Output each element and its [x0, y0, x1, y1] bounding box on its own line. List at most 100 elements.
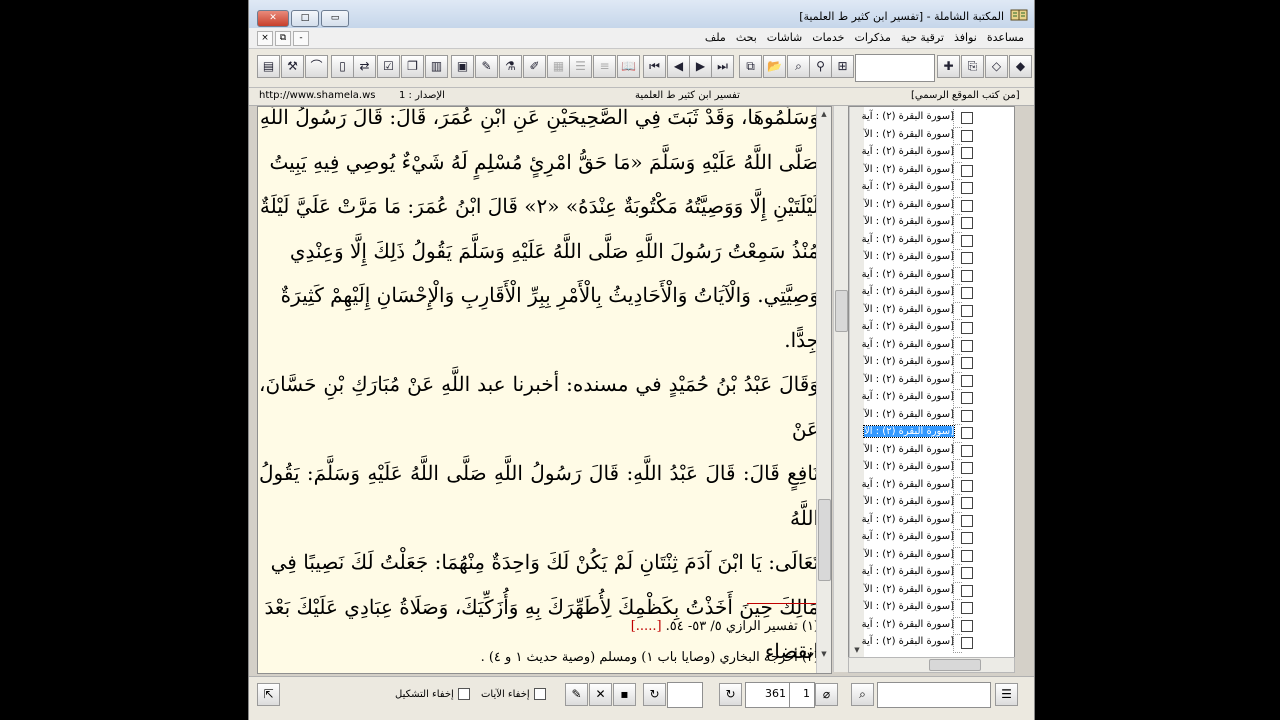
tree-item-label[interactable]: [سورة البقرة (٢) : الآ: [864, 584, 954, 595]
tree-item-checkbox[interactable]: [961, 147, 973, 159]
tree-item-label[interactable]: [سورة البقرة (٢) : الآ: [864, 374, 954, 385]
tree-item[interactable]: [سورة البقرة (٢) : الآ: [849, 161, 1014, 180]
page-sync-icon[interactable]: ⇄: [353, 55, 376, 78]
table-of-contents-tree[interactable]: ▼ [سورة البقرة (٢) : آية [سورة البقرة (٢)…: [848, 106, 1015, 660]
tree-item-label[interactable]: [سورة البقرة (٢) : الآ: [864, 444, 954, 455]
find-binoculars-icon[interactable]: ⌕: [851, 683, 874, 706]
goto-refresh-icon[interactable]: ↻: [719, 683, 742, 706]
tree-item-label[interactable]: [سورة البقرة (٢) : الآ: [864, 496, 954, 507]
tree-item-label[interactable]: [سورة البقرة (٢) : الآ: [864, 601, 954, 612]
tree-item-checkbox[interactable]: [961, 549, 973, 562]
mdi-minimize-button[interactable]: -: [293, 31, 309, 46]
tree-item-checkbox[interactable]: [961, 409, 973, 422]
part-number-input[interactable]: 1: [789, 682, 815, 708]
tree-item-label[interactable]: [سورة البقرة (٢) : آية: [862, 339, 954, 350]
tree-item-checkbox[interactable]: [961, 602, 973, 614]
menu-screens[interactable]: شاشات: [767, 31, 803, 44]
tree-item-checkbox[interactable]: [961, 584, 973, 597]
open-book-icon[interactable]: 📖: [617, 55, 640, 78]
expand-icon[interactable]: ⇱: [257, 683, 280, 706]
tree-item-label[interactable]: [سورة البقرة (٢) : آية: [862, 234, 954, 245]
tree-item-checkbox[interactable]: [961, 182, 973, 194]
tree-item-label[interactable]: [سورة البقرة (٢) : الآ: [863, 425, 955, 438]
new-page-icon[interactable]: ▯: [331, 55, 354, 78]
tree-item-label[interactable]: [سورة البقرة (٢) : الآ: [864, 409, 954, 420]
tree-item-checkbox[interactable]: [961, 392, 973, 404]
search-book-icon[interactable]: ⚲: [809, 55, 832, 78]
tree-item[interactable]: [سورة البقرة (٢) : الآ: [849, 214, 1014, 233]
secondary-input[interactable]: [667, 682, 703, 708]
tree-item-label[interactable]: [سورة البقرة (٢) : آية: [862, 566, 954, 577]
lines-disabled-icon[interactable]: ≡: [593, 55, 616, 78]
tree-item-label[interactable]: [سورة البقرة (٢) : آية: [862, 531, 954, 542]
library-books-icon[interactable]: ◆: [1009, 55, 1032, 78]
splitter-thumb[interactable]: [835, 290, 848, 332]
delete-icon[interactable]: ✕: [589, 683, 612, 706]
tree-item-label[interactable]: [سورة البقرة (٢) : الآ: [864, 164, 954, 175]
checklist-icon[interactable]: ☑: [377, 55, 400, 78]
tree-item-label[interactable]: [سورة البقرة (٢) : الآ: [864, 549, 954, 560]
list-disabled-icon[interactable]: ☰: [569, 55, 592, 78]
minimize-window-button[interactable]: ▭: [321, 10, 349, 27]
footnote-1-link[interactable]: [.....]: [631, 619, 662, 634]
tree-item-label[interactable]: [سورة البقرة (٢) : الآ: [864, 251, 954, 262]
copy-icon[interactable]: ❐: [401, 55, 424, 78]
tree-item[interactable]: [سورة البقرة (٢) : الآ: [849, 196, 1014, 215]
document-icon[interactable]: ▥: [425, 55, 448, 78]
format-icon[interactable]: ⚗: [499, 55, 522, 78]
tree-item[interactable]: [سورة البقرة (٢) : الآ: [849, 249, 1014, 268]
tree-item-checkbox[interactable]: [961, 339, 973, 352]
tree-item[interactable]: [سورة البقرة (٢) : آية: [849, 179, 1014, 198]
search-results-icon[interactable]: ⊞: [831, 55, 854, 78]
page-number-input[interactable]: 361: [745, 682, 791, 708]
maximize-window-button[interactable]: □: [291, 10, 319, 27]
tree-hscroll-thumb[interactable]: [929, 659, 981, 671]
menu-windows[interactable]: نوافذ: [954, 31, 977, 44]
new-note-icon[interactable]: ✚: [937, 55, 960, 78]
menu-notes[interactable]: مذكرات: [854, 31, 890, 44]
text-vertical-scrollbar[interactable]: ▲ ▼: [816, 107, 831, 673]
scroll-down-arrow-icon[interactable]: ▼: [817, 647, 831, 661]
tree-item[interactable]: [سورة البقرة (٢) : آية: [849, 266, 1014, 285]
menu-search[interactable]: بحث: [736, 31, 757, 44]
tree-item-checkbox[interactable]: [961, 252, 973, 264]
toolbar-search-input[interactable]: [855, 54, 935, 82]
refresh-icon[interactable]: ↻: [643, 683, 666, 706]
attachment-icon[interactable]: ⌀: [815, 683, 838, 706]
tree-item-checkbox[interactable]: [961, 269, 973, 282]
tree-item-checkbox[interactable]: [961, 619, 973, 632]
highlight-pen-icon[interactable]: ✎: [565, 683, 588, 706]
menu-services[interactable]: خدمات: [812, 31, 844, 44]
open-folder-icon[interactable]: 📂: [763, 55, 786, 78]
book-info-icon[interactable]: ⎘: [961, 55, 984, 78]
mdi-restore-button[interactable]: ⧉: [275, 31, 291, 46]
tree-item[interactable]: [سورة البقرة (٢) : آية: [849, 284, 1014, 303]
tree-item-checkbox[interactable]: [961, 304, 973, 317]
pane-splitter-scrollbar[interactable]: [833, 106, 848, 672]
tree-item-checkbox[interactable]: [961, 567, 973, 579]
tree-item-label[interactable]: [سورة البقرة (٢) : الآ: [864, 199, 954, 210]
tree-item-label[interactable]: [سورة البقرة (٢) : الآ: [864, 216, 954, 227]
scroll-icon[interactable]: ⌒: [305, 55, 328, 78]
edit-page-icon[interactable]: ✐: [523, 55, 546, 78]
tree-item[interactable]: [سورة البقرة (٢) : الآ: [849, 301, 1014, 320]
tree-item-checkbox[interactable]: [961, 374, 973, 387]
tree-item[interactable]: [سورة البقرة (٢) : آية: [849, 319, 1014, 338]
tree-item-checkbox[interactable]: [961, 322, 973, 334]
tree-item[interactable]: [سورة البقرة (٢) : آية: [849, 144, 1014, 163]
open-library-icon[interactable]: ◇: [985, 55, 1008, 78]
tree-item[interactable]: [سورة البقرة (٢) : آية: [849, 109, 1014, 128]
tree-item-checkbox[interactable]: [961, 287, 973, 299]
tree-item-label[interactable]: [سورة البقرة (٢) : آية: [862, 146, 954, 157]
tree-item-label[interactable]: [سورة البقرة (٢) : آية: [862, 111, 954, 122]
list-view-icon[interactable]: ☰: [995, 683, 1018, 706]
tree-item[interactable]: [سورة البقرة (٢) : آية: [849, 634, 1014, 653]
tree-item-checkbox[interactable]: [961, 357, 973, 369]
menu-live-update[interactable]: ترقية حية: [901, 31, 944, 44]
tree-item-label[interactable]: [سورة البقرة (٢) : آية: [862, 514, 954, 525]
tree-item-label[interactable]: [سورة البقرة (٢) : الآ: [864, 461, 954, 472]
tree-item-label[interactable]: [سورة البقرة (٢) : آية: [862, 479, 954, 490]
previous-page-icon[interactable]: ◀: [667, 55, 690, 78]
tree-item-checkbox[interactable]: [961, 199, 973, 212]
tree-item-label[interactable]: [سورة البقرة (٢) : آية: [862, 286, 954, 297]
